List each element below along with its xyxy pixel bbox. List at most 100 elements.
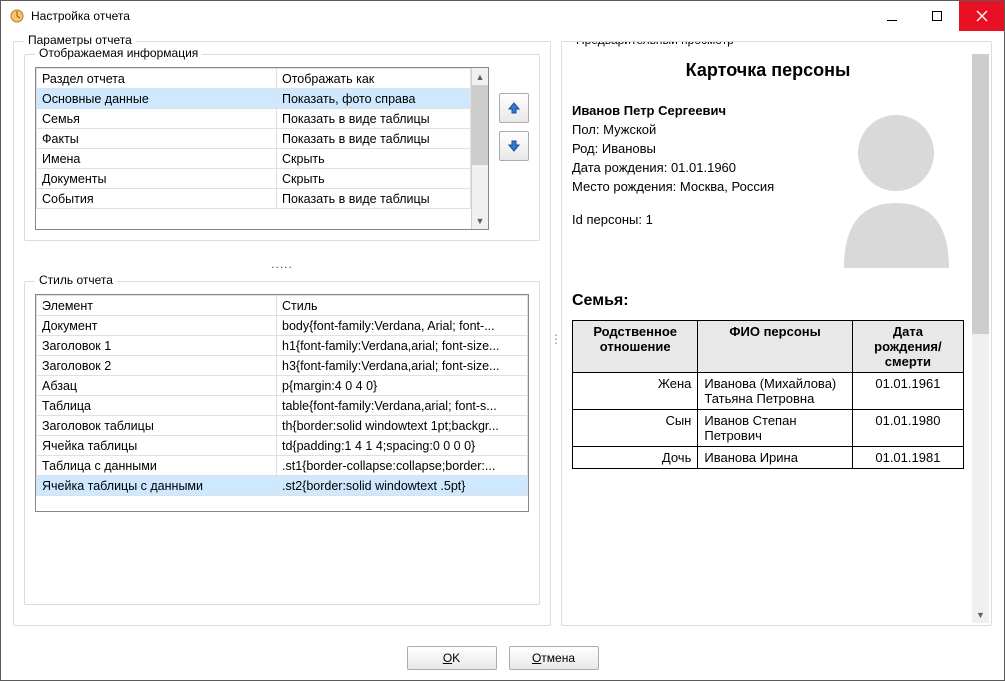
- move-up-button[interactable]: [499, 93, 529, 123]
- column-header[interactable]: Раздел отчета: [37, 69, 277, 89]
- preview-groupbox: Предварительный просмотр Карточка персон…: [561, 41, 992, 626]
- cancel-button[interactable]: Отмена: [509, 646, 599, 670]
- column-header[interactable]: Элемент: [37, 296, 277, 316]
- table-cell[interactable]: Скрыть: [277, 169, 471, 189]
- table-cell[interactable]: td{padding:1 4 1 4;spacing:0 0 0 0}: [277, 436, 528, 456]
- table-cell[interactable]: Показать в виде таблицы: [277, 109, 471, 129]
- person-name: Иванов Петр Сергеевич: [572, 103, 726, 118]
- table-cell[interactable]: Семья: [37, 109, 277, 129]
- table-row[interactable]: Заголовок 1h1{font-family:Verdana,arial;…: [37, 336, 528, 356]
- table-cell[interactable]: table{font-family:Verdana,arial; font-s.…: [277, 396, 528, 416]
- scroll-down-icon[interactable]: ▼: [472, 212, 488, 229]
- table-cell[interactable]: Ячейка таблицы: [37, 436, 277, 456]
- table-cell[interactable]: Таблица: [37, 396, 277, 416]
- preview-scrollbar[interactable]: ▼: [972, 54, 989, 623]
- table-row[interactable]: ИменаСкрыть: [37, 149, 471, 169]
- family-heading: Семья:: [572, 292, 964, 310]
- column-header[interactable]: Отображать как: [277, 69, 471, 89]
- maximize-button[interactable]: [914, 1, 959, 31]
- move-down-button[interactable]: [499, 131, 529, 161]
- style-groupbox: Стиль отчета ЭлементСтильДокументbody{fo…: [24, 281, 540, 605]
- close-button[interactable]: [959, 1, 1004, 31]
- avatar-placeholder-icon: [829, 103, 964, 268]
- minimize-button[interactable]: [869, 1, 914, 31]
- preview-scroll-thumb[interactable]: [972, 54, 989, 334]
- table-cell[interactable]: p{margin:4 0 4 0}: [277, 376, 528, 396]
- table-cell[interactable]: Показать, фото справа: [277, 89, 471, 109]
- scroll-up-icon[interactable]: ▲: [472, 68, 488, 85]
- table-row[interactable]: Документbody{font-family:Verdana, Arial;…: [37, 316, 528, 336]
- date-cell: 01.01.1981: [852, 447, 963, 469]
- left-column: Параметры отчета Отображаемая информация…: [13, 41, 551, 636]
- family-column-header: Дата рождения/смерти: [852, 321, 963, 373]
- window-controls: [869, 1, 1004, 31]
- table-cell[interactable]: th{border:solid windowtext 1pt;backgr...: [277, 416, 528, 436]
- app-icon: [9, 8, 25, 24]
- table-cell[interactable]: Показать в виде таблицы: [277, 129, 471, 149]
- table-cell[interactable]: h3{font-family:Verdana,arial; font-size.…: [277, 356, 528, 376]
- table-cell[interactable]: Документы: [37, 169, 277, 189]
- table-cell[interactable]: Имена: [37, 149, 277, 169]
- table-cell[interactable]: body{font-family:Verdana, Arial; font-..…: [277, 316, 528, 336]
- report-settings-window: Настройка отчета Параметры отчета Отобра…: [0, 0, 1005, 681]
- name-cell: Иванов Степан Петрович: [698, 410, 852, 447]
- table-cell[interactable]: Таблица с данными: [37, 456, 277, 476]
- table-cell[interactable]: Заголовок 1: [37, 336, 277, 356]
- place-label: Место рождения:: [572, 179, 676, 194]
- table-cell[interactable]: Ячейка таблицы с данными: [37, 476, 277, 496]
- titlebar: Настройка отчета: [1, 1, 1004, 31]
- ok-button[interactable]: OK: [407, 646, 497, 670]
- table-row[interactable]: СобытияПоказать в виде таблицы: [37, 189, 471, 209]
- table-cell[interactable]: .st2{border:solid windowtext .5pt}: [277, 476, 528, 496]
- table-row[interactable]: Ячейка таблицыtd{padding:1 4 1 4;spacing…: [37, 436, 528, 456]
- date-cell: 01.01.1980: [852, 410, 963, 447]
- table-cell[interactable]: Факты: [37, 129, 277, 149]
- info-table-scrollbar[interactable]: ▲ ▼: [471, 68, 488, 229]
- table-row[interactable]: Таблица с данными.st1{border-collapse:co…: [37, 456, 528, 476]
- parameters-legend: Параметры отчета: [24, 33, 136, 47]
- preview-title: Карточка персоны: [572, 60, 964, 81]
- family-row: ДочьИванова Ирина01.01.1981: [573, 447, 964, 469]
- info-table[interactable]: Раздел отчетаОтображать какОсновные данн…: [35, 67, 489, 230]
- scroll-thumb[interactable]: [472, 85, 488, 165]
- table-row[interactable]: ДокументыСкрыть: [37, 169, 471, 189]
- family-column-header: ФИО персоны: [698, 321, 852, 373]
- birth-value: 01.01.1960: [671, 160, 736, 175]
- scroll-down-icon[interactable]: ▼: [972, 606, 989, 623]
- table-cell[interactable]: Основные данные: [37, 89, 277, 109]
- table-cell[interactable]: Заголовок таблицы: [37, 416, 277, 436]
- date-cell: 01.01.1961: [852, 373, 963, 410]
- family-row: ЖенаИванова (Михайлова) Татьяна Петровна…: [573, 373, 964, 410]
- table-cell[interactable]: Абзац: [37, 376, 277, 396]
- clan-value: Ивановы: [602, 141, 656, 156]
- vertical-splitter[interactable]: ⋮: [551, 41, 561, 636]
- table-row[interactable]: СемьяПоказать в виде таблицы: [37, 109, 471, 129]
- family-column-header: Родственное отношение: [573, 321, 698, 373]
- info-legend: Отображаемая информация: [35, 46, 202, 60]
- place-value: Москва, Россия: [680, 179, 774, 194]
- table-cell[interactable]: Заголовок 2: [37, 356, 277, 376]
- table-cell[interactable]: События: [37, 189, 277, 209]
- relation-cell: Дочь: [573, 447, 698, 469]
- table-row[interactable]: Заголовок 2h3{font-family:Verdana,arial;…: [37, 356, 528, 376]
- table-row[interactable]: Таблицаtable{font-family:Verdana,arial; …: [37, 396, 528, 416]
- table-row[interactable]: ФактыПоказать в виде таблицы: [37, 129, 471, 149]
- table-row[interactable]: Основные данныеПоказать, фото справа: [37, 89, 471, 109]
- info-groupbox: Отображаемая информация Раздел отчетаОто…: [24, 54, 540, 241]
- sex-label: Пол:: [572, 122, 600, 137]
- table-cell[interactable]: .st1{border-collapse:collapse;border:...: [277, 456, 528, 476]
- column-header[interactable]: Стиль: [277, 296, 528, 316]
- id-label: Id персоны:: [572, 212, 642, 227]
- dialog-buttons: OK Отмена: [1, 636, 1004, 680]
- table-row[interactable]: Ячейка таблицы с данными.st2{border:soli…: [37, 476, 528, 496]
- style-legend: Стиль отчета: [35, 273, 117, 287]
- family-row: СынИванов Степан Петрович01.01.1980: [573, 410, 964, 447]
- table-cell[interactable]: Показать в виде таблицы: [277, 189, 471, 209]
- style-table[interactable]: ЭлементСтильДокументbody{font-family:Ver…: [35, 294, 529, 512]
- table-row[interactable]: Абзацp{margin:4 0 4 0}: [37, 376, 528, 396]
- table-cell[interactable]: Документ: [37, 316, 277, 336]
- table-row[interactable]: Заголовок таблицыth{border:solid windowt…: [37, 416, 528, 436]
- preview-legend: Предварительный просмотр: [572, 41, 738, 47]
- table-cell[interactable]: h1{font-family:Verdana,arial; font-size.…: [277, 336, 528, 356]
- table-cell[interactable]: Скрыть: [277, 149, 471, 169]
